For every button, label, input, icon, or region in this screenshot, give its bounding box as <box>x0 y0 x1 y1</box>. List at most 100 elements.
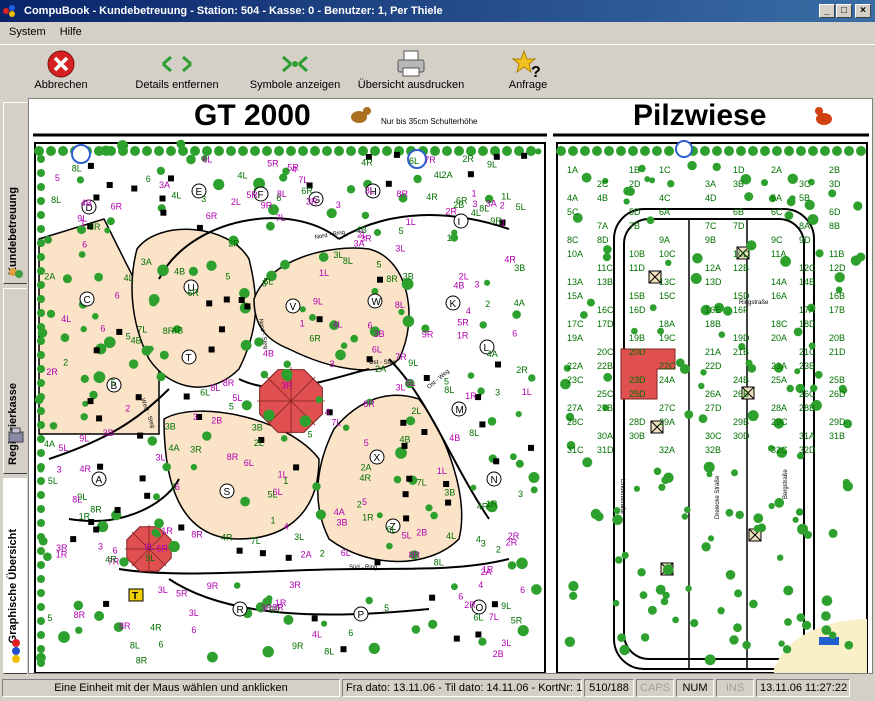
post-marker <box>393 151 400 158</box>
tree-icon <box>299 415 312 428</box>
post-marker <box>160 209 167 216</box>
tree-icon <box>128 359 139 369</box>
cancel-button[interactable]: Abbrechen <box>30 49 92 97</box>
plot-label: 11A <box>771 249 786 259</box>
tree-icon <box>406 416 416 426</box>
tree-icon <box>661 476 670 485</box>
plot-label: 3 <box>518 489 523 499</box>
tree-icon <box>37 463 45 471</box>
section-letter: I <box>458 217 461 228</box>
map-canvas[interactable]: GT 2000 Nur bis 35cm Schulterhöhe Pilzwi… <box>29 99 873 674</box>
plot-label: 6R <box>111 201 123 211</box>
tree-icon <box>582 457 593 468</box>
tree-icon <box>703 461 715 473</box>
tree-icon <box>34 146 44 156</box>
tree-icon <box>162 462 171 472</box>
plot-label: 30A <box>597 431 613 441</box>
tree-icon <box>615 556 623 564</box>
plot-label: 6 <box>146 174 151 184</box>
plot-label: 8R <box>409 550 421 560</box>
plot-label: 9R <box>422 329 434 339</box>
plot-label: 3 <box>495 388 500 398</box>
plot-label: 2B <box>829 165 840 175</box>
plot-label: 28C <box>567 417 584 427</box>
plot-label: 5L <box>406 378 416 388</box>
plot-label: 2A <box>481 567 492 577</box>
left-map-title: GT 2000 <box>194 99 311 132</box>
close-button[interactable]: × <box>855 4 871 18</box>
tree-icon <box>166 146 176 156</box>
post-marker <box>87 162 94 169</box>
plot-label: 32A <box>659 445 675 455</box>
tab-customer-care[interactable]: Kundebetreuung <box>3 102 27 284</box>
plot-label: 8R <box>74 610 86 620</box>
tree-icon <box>672 616 679 624</box>
tree-icon <box>265 595 273 602</box>
tree-icon <box>731 469 738 477</box>
plot-label: 5C <box>567 207 579 217</box>
tab-graphic-overview[interactable]: Graphische Übersicht <box>3 478 27 674</box>
tree-icon <box>80 325 87 333</box>
plot-label: 7L <box>137 325 147 335</box>
print-overview-button[interactable]: Übersicht ausdrucken <box>355 49 467 97</box>
post-marker <box>144 492 151 499</box>
tree-icon <box>346 146 356 156</box>
plot-label: 14B <box>799 277 815 287</box>
tree-icon <box>581 172 592 183</box>
remove-details-button[interactable]: Details entfernen <box>130 49 224 97</box>
tree-icon <box>37 323 45 331</box>
plot-label: 16F <box>733 305 749 315</box>
plot-label: 13A <box>567 277 583 287</box>
show-symbols-button[interactable]: Symbole anzeigen <box>248 49 342 97</box>
tree-icon <box>796 146 806 156</box>
tree-icon <box>260 370 269 379</box>
tree-icon <box>723 306 733 316</box>
plot-label: 26C <box>799 389 816 399</box>
tree-icon <box>507 561 517 570</box>
tree-icon <box>283 360 291 368</box>
minimize-button[interactable]: _ <box>819 4 835 18</box>
plot-label: 1R <box>161 526 173 536</box>
plot-label: 16D <box>629 305 646 315</box>
tree-icon <box>684 506 691 514</box>
menu-system[interactable]: System <box>4 26 51 38</box>
tree-icon <box>515 411 522 418</box>
plot-label: 22B <box>597 361 613 371</box>
app-icon <box>3 3 19 19</box>
tree-icon <box>834 272 845 283</box>
post-marker <box>208 346 215 353</box>
post-marker <box>528 444 534 451</box>
road-name-label: Bergstraße <box>783 469 789 499</box>
plot-label: 2A <box>361 462 372 472</box>
plot-label: 3B <box>514 263 525 273</box>
plot-label: 31B <box>829 431 845 441</box>
plot-label: 31D <box>597 445 614 455</box>
arrows-apart-icon <box>130 49 224 79</box>
plot-label: 3R <box>281 380 293 390</box>
plot-label: 3 <box>98 542 103 552</box>
plot-label: 4L <box>171 191 181 201</box>
maximize-button[interactable]: □ <box>836 4 852 18</box>
tab-cash-register[interactable]: Registrierkasse <box>3 288 27 474</box>
plot-label: 2R <box>46 367 58 377</box>
dog-icon <box>351 107 371 123</box>
plot-label: 4B <box>453 280 464 290</box>
plot-label: 4R <box>80 464 92 474</box>
tree-icon <box>322 146 332 156</box>
plot-label: 13C <box>659 277 676 287</box>
tree-icon <box>512 310 521 319</box>
site-map[interactable]: GT 2000 Nur bis 35cm Schulterhöhe Pilzwi… <box>28 98 873 674</box>
plot-label: 5 <box>111 378 116 388</box>
tree-icon <box>157 264 169 277</box>
tree-icon <box>517 625 529 637</box>
tree-icon <box>786 384 794 393</box>
svg-text:?: ? <box>531 64 541 79</box>
menu-help[interactable]: Hilfe <box>55 26 87 38</box>
plot-label: 18B <box>705 319 721 329</box>
post-marker <box>244 303 251 310</box>
inquiry-button[interactable]: ? Anfrage <box>500 49 556 97</box>
plot-label: 10D <box>733 249 750 259</box>
plot-label: 8L <box>72 164 82 174</box>
plot-label: 3 <box>201 194 206 204</box>
tree-icon <box>321 620 328 627</box>
